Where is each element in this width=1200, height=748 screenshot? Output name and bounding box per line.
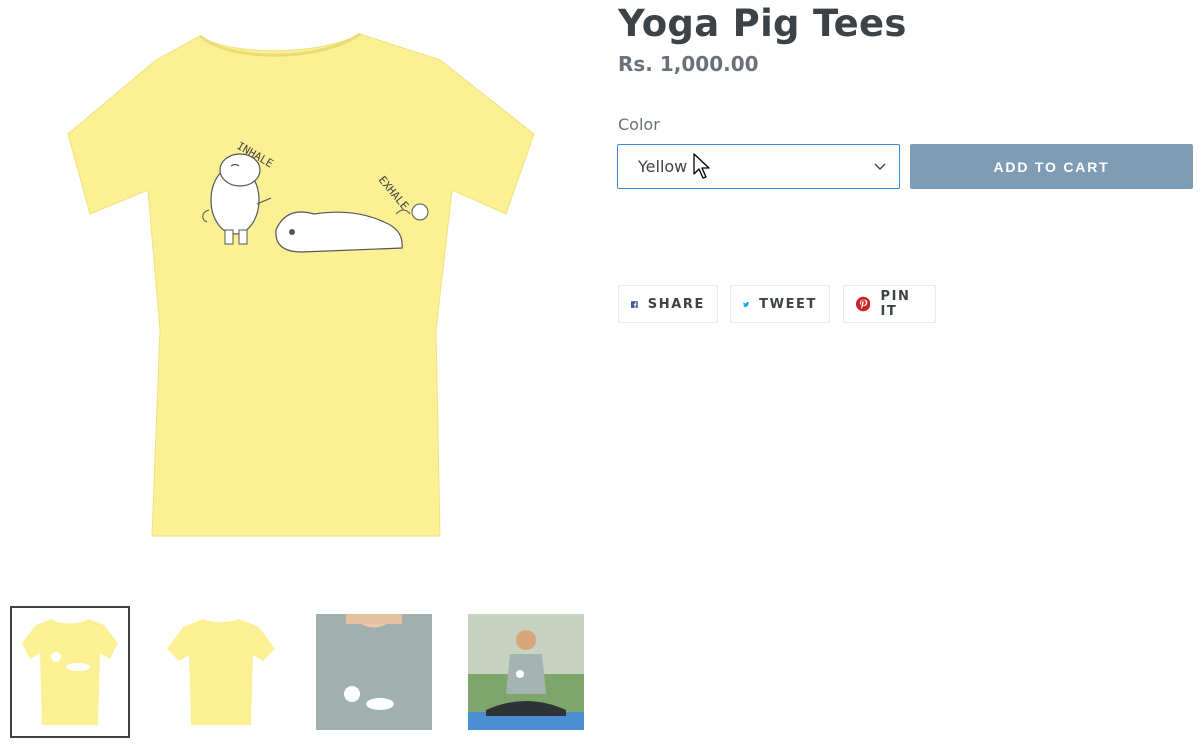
- twitter-icon: [743, 301, 750, 307]
- thumbnail-front[interactable]: [10, 606, 130, 738]
- share-facebook-button[interactable]: SHARE: [618, 285, 718, 323]
- share-twitter-button[interactable]: TWEET: [730, 285, 830, 323]
- facebook-icon: [631, 300, 638, 308]
- yellow-tshirt-image: INHALE EXHALE: [67, 32, 535, 537]
- color-select[interactable]: Yellow: [617, 144, 900, 189]
- share-pinterest-button[interactable]: PIN IT: [843, 285, 936, 323]
- model-gray-tshirt-icon: [316, 614, 432, 730]
- add-to-cart-button[interactable]: ADD TO CART: [910, 144, 1193, 189]
- share-facebook-label: SHARE: [647, 296, 705, 312]
- thumbnail-model-closeup[interactable]: [314, 606, 434, 738]
- share-twitter-label: TWEET: [759, 296, 817, 312]
- chevron-down-icon: [874, 163, 886, 170]
- thumbnail-strip: [10, 606, 590, 738]
- product-title: Yoga Pig Tees: [618, 2, 907, 45]
- product-price: Rs. 1,000.00: [618, 52, 759, 76]
- yellow-tshirt-back-icon: [167, 619, 275, 725]
- thumbnail-model-yoga[interactable]: [466, 606, 586, 738]
- main-product-image[interactable]: INHALE EXHALE: [60, 30, 540, 540]
- share-pinterest-label: PIN IT: [880, 289, 911, 319]
- thumbnail-back[interactable]: [162, 606, 282, 738]
- mouse-cursor-icon: [693, 153, 710, 179]
- pinterest-icon: [856, 296, 871, 312]
- model-meditating-icon: [468, 614, 584, 730]
- color-label: Color: [618, 115, 660, 134]
- color-select-value: Yellow: [638, 157, 688, 176]
- yellow-tshirt-front-icon: [22, 619, 118, 725]
